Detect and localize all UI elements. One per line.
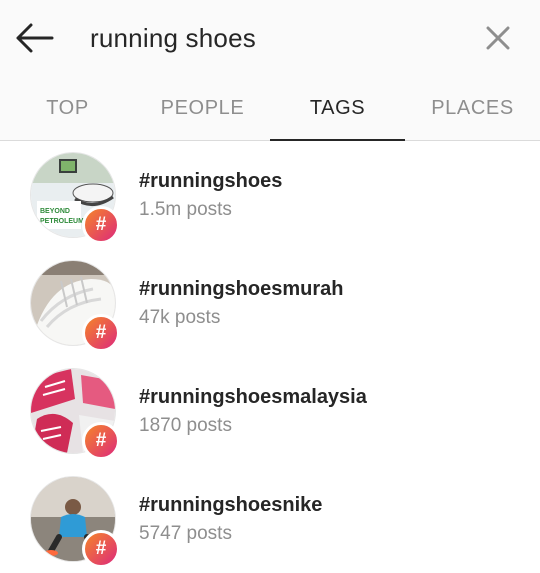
tab-bar: TOP PEOPLE TAGS PLACES xyxy=(0,76,540,141)
tab-tags[interactable]: TAGS xyxy=(270,76,405,141)
tag-result-row[interactable]: # #runningshoesnike 5747 posts xyxy=(0,465,540,573)
tag-result-row[interactable]: # #runningshoesmalaysia 1870 posts xyxy=(0,357,540,465)
tag-results-list: BEYOND PETROLEUM # #runningshoes 1.5m po… xyxy=(0,141,540,573)
tag-name: #runningshoes xyxy=(139,170,283,192)
tag-name: #runningshoesmurah xyxy=(139,278,344,300)
hashtag-badge-icon: # xyxy=(82,530,120,568)
thumb-logo-text: BEYOND xyxy=(40,208,70,215)
tag-result-row[interactable]: BEYOND PETROLEUM # #runningshoes 1.5m po… xyxy=(0,141,540,249)
hashtag-badge-icon: # xyxy=(82,314,120,352)
clear-search-icon[interactable] xyxy=(484,24,512,52)
tag-name: #runningshoesnike xyxy=(139,494,323,516)
tab-places[interactable]: PLACES xyxy=(405,76,540,140)
post-count: 1.5m posts xyxy=(139,199,232,220)
svg-text:PETROLEUM: PETROLEUM xyxy=(40,218,84,225)
post-count: 5747 posts xyxy=(139,523,232,544)
tab-people[interactable]: PEOPLE xyxy=(135,76,270,140)
post-count: 47k posts xyxy=(139,307,221,328)
back-arrow-icon[interactable] xyxy=(14,21,54,55)
search-input[interactable]: running shoes xyxy=(90,20,256,56)
tag-result-row[interactable]: # #runningshoesmurah 47k posts xyxy=(0,249,540,357)
hashtag-badge-icon: # xyxy=(82,206,120,244)
tab-top[interactable]: TOP xyxy=(0,76,135,140)
post-count: 1870 posts xyxy=(139,415,232,436)
tag-name: #runningshoesmalaysia xyxy=(139,386,367,408)
hashtag-badge-icon: # xyxy=(82,422,120,460)
search-bar: running shoes xyxy=(0,0,540,76)
